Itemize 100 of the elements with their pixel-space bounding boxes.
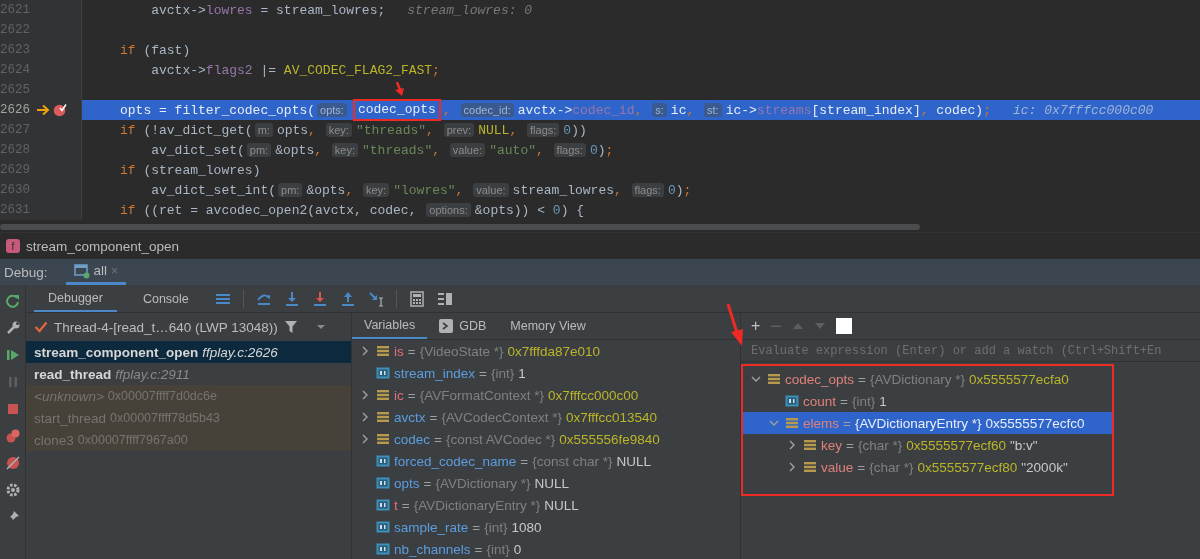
code-token: if [120,202,136,218]
code-token: , [308,122,317,138]
code-token: streams [756,102,812,118]
breakpoints-icon[interactable] [4,428,21,444]
filter-icon[interactable] [283,320,298,334]
check-icon [34,320,48,334]
horizontal-scrollbar[interactable] [0,224,920,230]
variable-type: {AVDictionaryEntry *} [854,415,982,431]
variable-name: ic [394,387,404,403]
watch-row[interactable]: key = {char *} 0x5555577ecf60 "b:v" [743,434,1112,456]
run-to-cursor-icon[interactable] [367,290,384,307]
variable-type: {int} [490,365,515,381]
primitive-icon [376,520,390,534]
code-token: codec_id [572,102,635,118]
code-token: , [426,122,435,138]
line-number: 2626 [0,103,30,117]
equals-sign: = [843,415,851,431]
variable-type: {AVCodecContext *} [441,409,562,425]
code-token: , [536,142,545,158]
struct-icon [803,438,817,452]
parameter-hint: key: [331,143,358,157]
variable-value: 0 [513,541,522,557]
variable-type: {AVDictionary *} [435,475,531,491]
parameter-hint: value: [449,143,486,157]
code-token: , [455,182,465,198]
code-token: 0 [667,182,676,198]
square-icon[interactable] [836,318,853,334]
dropdown-caret-icon[interactable] [315,323,326,331]
step-out-icon[interactable] [339,290,356,307]
breakpoint-icon[interactable] [53,103,67,117]
resume-icon[interactable] [4,347,21,363]
code-token: NULL [478,122,510,138]
calculator-icon[interactable] [408,290,425,307]
variable-type: {int} [851,393,876,409]
menu-icon[interactable] [214,291,231,306]
equals-sign: = [434,431,442,447]
breadcrumb-function[interactable]: stream_component_open [26,238,180,254]
primitive-icon [785,394,799,408]
thread-selector[interactable]: Thread-4-[read_t…640 (LWP 13048)) [54,319,278,335]
variables-tab[interactable]: Variables [352,313,428,339]
code-token: , [634,102,644,118]
force-step-into-icon[interactable] [311,290,328,307]
debugger-tab[interactable]: Debugger [34,285,117,312]
code-token: (stream_lowres) [142,162,261,178]
variables-tab[interactable]: GDB [427,313,499,339]
debugger-tab[interactable]: Console [128,285,203,312]
code-token: if [120,42,136,58]
parameter-hint: flags: [631,183,664,197]
watch-row[interactable]: elems = {AVDictionaryEntry *} 0x5555577ecfc0 [743,412,1112,434]
code-token: , [432,142,441,158]
code-token: codec_opts [357,102,436,117]
stack-frame[interactable]: read_thread ffplay.c:2911 [26,363,351,385]
code-token: , [686,102,696,118]
settings-icon[interactable] [4,482,21,498]
code-token: 0 [552,202,561,218]
code-token: , [920,102,929,118]
equals-sign: = [840,393,848,409]
variable-type: {int} [484,519,508,535]
variable-value: 0x5555577ecf60 [906,437,1007,453]
code-token: ; [605,142,614,158]
struct-icon [767,372,781,386]
parameter-hint: key: [363,183,390,197]
watch-row[interactable]: value = {char *} 0x5555577ecf80 "2000k" [743,456,1112,478]
code-token: , [614,182,623,198]
parameter-hint: m: [254,123,273,137]
code-token: av_dict_set( [150,142,245,158]
code-token: |= [259,62,278,78]
mute-breakpoints-icon[interactable] [4,455,21,471]
add-watch-button[interactable]: + [751,317,761,335]
code-token: , [442,102,452,118]
variable-name: t [394,497,398,513]
parameter-hint: flags: [527,123,560,137]
parameter-hint: value: [473,183,509,197]
code-token: AV_CODEC_FLAG2_FAST [283,62,433,78]
parameter-hint: options: [426,203,471,217]
code-token: (fast) [142,42,191,58]
code-token: opts = filter_codec_opts( [120,102,316,118]
step-into-icon[interactable] [283,290,300,307]
equals-sign: = [407,387,416,403]
variable-name: elems [803,415,839,431]
primitive-icon [376,454,390,468]
inline-value: ic: 0x7fffcc000c00 [1012,102,1154,118]
rerun-icon[interactable] [4,293,21,309]
code-token: "auto" [489,142,536,158]
code-token: (!av_dict_get( [142,122,253,138]
inline-value: stream_lowres: 0 [407,2,533,18]
stack-frame[interactable]: stream_component_open ffplay.c:2626 [26,341,351,363]
variables-tab[interactable]: Memory View [498,313,598,339]
variable-type: {int} [486,541,510,557]
string-value: "2000k" [1021,459,1068,475]
variable-name: nb_channels [394,541,471,557]
parameter-hint: pm: [246,143,272,157]
variable-name: avctx [394,409,426,425]
watch-row[interactable]: codec_opts = {AVDictionary *} 0x5555577ecfa0 [743,368,1112,390]
variable-value: 1 [518,365,526,381]
layout-icon[interactable] [436,290,453,307]
code-token: , [345,182,355,198]
variable-value: 0x555556fe9840 [559,431,660,447]
watch-row[interactable]: count = {int} 1 [743,390,1112,412]
debug-label: Debug: [4,264,48,280]
